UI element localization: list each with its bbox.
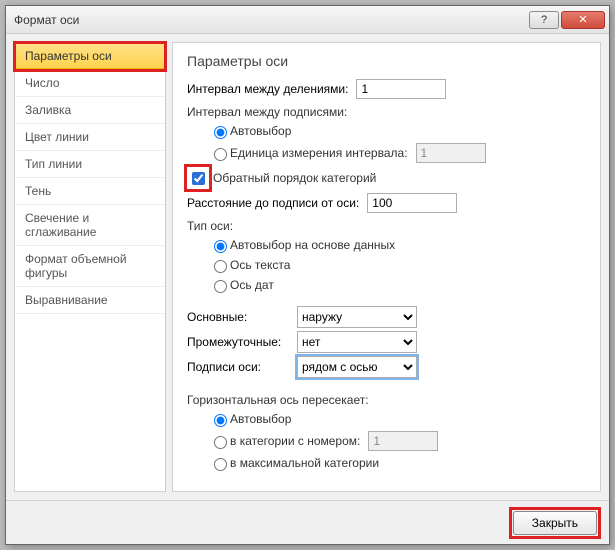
close-button-highlight: Закрыть	[513, 511, 597, 535]
reverse-order-checkbox[interactable]	[192, 172, 205, 185]
cross-catnum-label: в категории с номером:	[230, 434, 360, 448]
axis-type-text-radio[interactable]	[214, 260, 227, 273]
cross-max-radio[interactable]	[214, 458, 227, 471]
sidebar-item-3d-format[interactable]: Формат объемной фигуры	[15, 246, 165, 287]
sidebar-item-glow[interactable]: Свечение и сглаживание	[15, 205, 165, 246]
interval-labels-unit-input[interactable]	[416, 143, 486, 163]
cross-catnum-radio[interactable]	[214, 436, 227, 449]
titlebar: Формат оси ? ✕	[6, 6, 609, 34]
sidebar-item-fill[interactable]: Заливка	[15, 97, 165, 124]
axis-type-auto-radio[interactable]	[214, 240, 227, 253]
window-close-button[interactable]: ✕	[561, 11, 605, 29]
sidebar-item-axis-options[interactable]: Параметры оси	[15, 43, 165, 70]
sidebar-item-label: Тип линии	[25, 157, 82, 171]
interval-labels-unit-label: Единица измерения интервала:	[230, 146, 408, 160]
interval-divisions-input[interactable]	[356, 79, 446, 99]
sidebar: Параметры оси Число Заливка Цвет линии Т…	[14, 42, 166, 492]
help-button[interactable]: ?	[529, 11, 559, 29]
window-title: Формат оси	[14, 13, 527, 27]
reverse-order-highlight	[187, 167, 209, 189]
distance-input[interactable]	[367, 193, 457, 213]
cross-label: Горизонтальная ось пересекает:	[187, 393, 586, 407]
sidebar-item-label: Тень	[25, 184, 51, 198]
axis-type-auto-label: Автовыбор на основе данных	[230, 238, 395, 252]
content-panel: Параметры оси Интервал между делениями: …	[172, 42, 601, 492]
axis-type-text-label: Ось текста	[230, 258, 290, 272]
dialog-body: Параметры оси Число Заливка Цвет линии Т…	[6, 34, 609, 500]
cross-catnum-input[interactable]	[368, 431, 438, 451]
major-ticks-label: Основные:	[187, 310, 297, 324]
sidebar-item-line-color[interactable]: Цвет линии	[15, 124, 165, 151]
reverse-order-label: Обратный порядок категорий	[213, 171, 376, 185]
cross-max-label: в максимальной категории	[230, 456, 379, 470]
interval-labels-label: Интервал между подписями:	[187, 105, 586, 119]
sidebar-item-shadow[interactable]: Тень	[15, 178, 165, 205]
help-icon: ?	[541, 14, 547, 26]
minor-ticks-label: Промежуточные:	[187, 335, 297, 349]
axis-type-date-label: Ось дат	[230, 278, 274, 292]
sidebar-item-number[interactable]: Число	[15, 70, 165, 97]
sidebar-item-label: Цвет линии	[25, 130, 89, 144]
cross-auto-radio[interactable]	[214, 414, 227, 427]
sidebar-item-label: Заливка	[25, 103, 71, 117]
interval-divisions-label: Интервал между делениями:	[187, 82, 348, 96]
distance-label: Расстояние до подписи от оси:	[187, 196, 359, 210]
sidebar-item-label: Формат объемной фигуры	[25, 252, 127, 280]
sidebar-item-label: Выравнивание	[25, 293, 108, 307]
interval-labels-unit-radio[interactable]	[214, 148, 227, 161]
axis-type-label: Тип оси:	[187, 219, 586, 233]
captions-select[interactable]: рядом с осью	[297, 356, 417, 378]
dialog-window: Формат оси ? ✕ Параметры оси Число Залив…	[5, 5, 610, 545]
dialog-footer: Закрыть	[6, 500, 609, 544]
close-icon: ✕	[578, 13, 587, 26]
interval-labels-auto-radio[interactable]	[214, 126, 227, 139]
minor-ticks-select[interactable]: нет	[297, 331, 417, 353]
sidebar-item-label: Число	[25, 76, 60, 90]
sidebar-item-line-type[interactable]: Тип линии	[15, 151, 165, 178]
captions-label: Подписи оси:	[187, 360, 297, 374]
panel-heading: Параметры оси	[187, 53, 586, 69]
cross-auto-label: Автовыбор	[230, 412, 291, 426]
sidebar-item-label: Параметры оси	[25, 49, 112, 63]
major-ticks-select[interactable]: наружу	[297, 306, 417, 328]
interval-labels-auto-label: Автовыбор	[230, 124, 291, 138]
sidebar-item-label: Свечение и сглаживание	[25, 211, 96, 239]
axis-type-date-radio[interactable]	[214, 280, 227, 293]
sidebar-item-alignment[interactable]: Выравнивание	[15, 287, 165, 314]
close-button[interactable]: Закрыть	[513, 511, 597, 535]
